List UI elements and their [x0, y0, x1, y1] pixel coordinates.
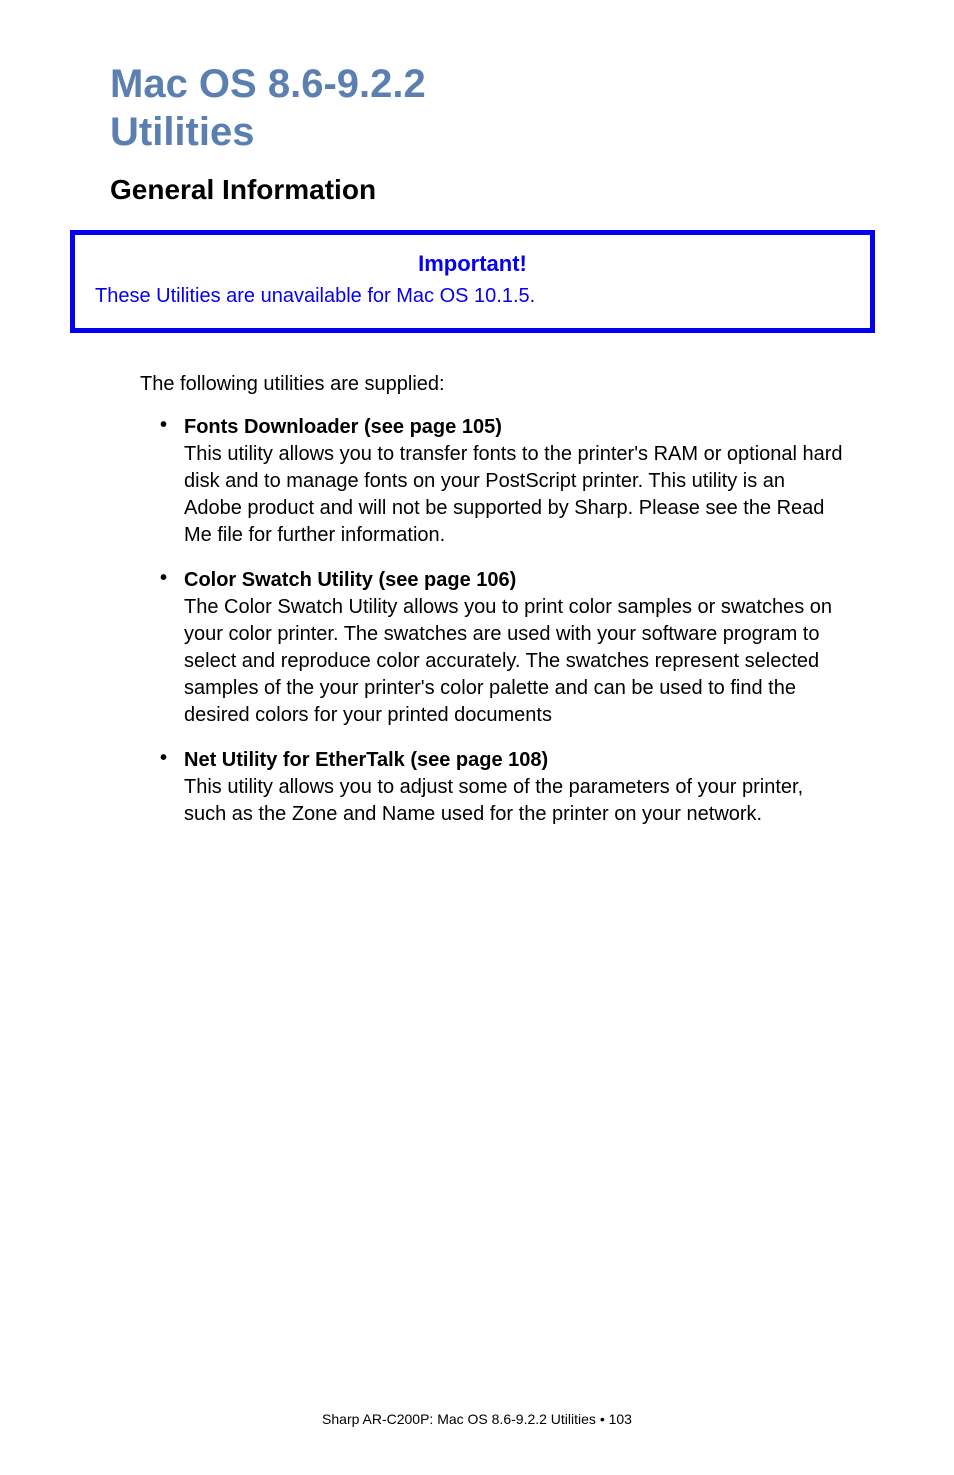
list-item-title: Net Utility for EtherTalk (see page 108) [184, 747, 844, 774]
section-heading: General Information [110, 174, 844, 206]
list-item: Color Swatch Utility (see page 106) The … [160, 567, 844, 729]
list-item-body: This utility allows you to adjust some o… [184, 774, 844, 828]
intro-text: The following utilities are supplied: [140, 373, 844, 396]
utilities-list: Fonts Downloader (see page 105) This uti… [160, 414, 844, 828]
list-item: Fonts Downloader (see page 105) This uti… [160, 414, 844, 549]
page-title-line1: Mac OS 8.6-9.2.2 [110, 60, 844, 108]
important-callout: Important! These Utilities are unavailab… [70, 230, 875, 333]
page-footer: Sharp AR-C200P: Mac OS 8.6-9.2.2 Utiliti… [0, 1411, 954, 1427]
page-content: Mac OS 8.6-9.2.2 Utilities General Infor… [0, 0, 954, 876]
callout-text: These Utilities are unavailable for Mac … [95, 285, 850, 308]
list-item-title: Fonts Downloader (see page 105) [184, 414, 844, 441]
list-item-title: Color Swatch Utility (see page 106) [184, 567, 844, 594]
list-item-body: This utility allows you to transfer font… [184, 441, 844, 549]
callout-heading: Important! [95, 251, 850, 277]
list-item: Net Utility for EtherTalk (see page 108)… [160, 747, 844, 828]
list-item-body: The Color Swatch Utility allows you to p… [184, 594, 844, 729]
page-title-line2: Utilities [110, 108, 844, 156]
